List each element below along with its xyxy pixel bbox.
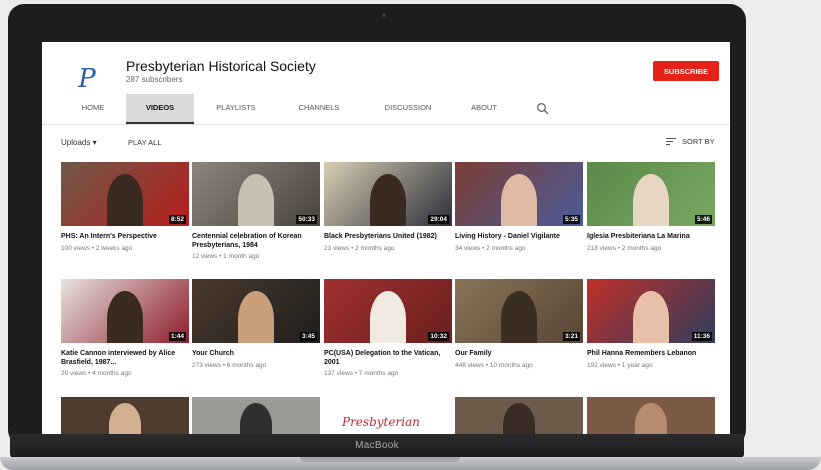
camera-dot xyxy=(382,13,386,17)
video-thumbnail[interactable]: 5:46 xyxy=(587,162,715,226)
laptop-bezel: P Presbyterian Historical Society 287 su… xyxy=(8,4,746,446)
channel-name[interactable]: Presbyterian Historical Society xyxy=(126,58,316,74)
tab-channels[interactable]: CHANNELS xyxy=(285,94,353,122)
video-meta: 12 views • 1 month ago xyxy=(192,253,260,260)
video-duration: 29:04 xyxy=(428,215,449,224)
video-title[interactable]: Katie Cannon interviewed by Alice Brasfi… xyxy=(61,350,189,367)
video-meta: 192 views • 1 year ago xyxy=(587,362,653,369)
uploads-dropdown[interactable]: Uploads ▾ xyxy=(61,138,97,147)
sort-by-button[interactable]: SORT BY xyxy=(666,137,715,146)
person-figure xyxy=(633,291,669,343)
channel-tabs: HOME VIDEOS PLAYLISTS CHANNELS DISCUSSIO… xyxy=(42,94,730,124)
video-title[interactable]: PC(USA) Delegation to the Vatican, 2001 xyxy=(324,350,452,367)
video-title[interactable]: Our Family xyxy=(455,350,583,359)
video-title[interactable]: Black Presbyterians United (1982) xyxy=(324,233,452,242)
person-figure xyxy=(238,291,274,343)
video-thumbnail[interactable]: 3:21 xyxy=(455,279,583,343)
laptop-chin: MacBook xyxy=(10,434,744,458)
laptop-notch xyxy=(300,457,460,462)
uploads-label: Uploads xyxy=(61,138,91,147)
device-brand: MacBook xyxy=(355,440,399,451)
video-title[interactable]: Centennial celebration of Korean Presbyt… xyxy=(192,233,320,250)
subscriber-count: 287 subscribers xyxy=(126,75,183,84)
logo-letter: P xyxy=(78,64,96,94)
video-thumbnail[interactable]: 3:45 xyxy=(192,279,320,343)
video-thumbnail[interactable] xyxy=(455,397,583,437)
video-duration: 11:36 xyxy=(691,332,712,341)
video-thumbnail[interactable]: 1:44 xyxy=(61,279,189,343)
video-title[interactable]: Phil Hanna Remembers Lebanon xyxy=(587,350,715,359)
video-meta: 100 views • 2 weeks ago xyxy=(61,245,133,252)
video-thumbnail[interactable]: 10:32 xyxy=(324,279,452,343)
person-figure xyxy=(107,174,143,226)
video-thumbnail[interactable] xyxy=(61,397,189,437)
person-figure xyxy=(370,174,406,226)
video-meta: 23 views • 2 months ago xyxy=(324,245,395,252)
video-thumbnail[interactable] xyxy=(192,397,320,437)
video-duration: 5:35 xyxy=(562,215,580,224)
thumbnail-logo-text: Presbyterian xyxy=(342,415,420,429)
person-figure xyxy=(238,174,274,226)
subscribe-button[interactable]: SUBSCRIBE xyxy=(653,61,719,81)
video-title[interactable]: Living History - Daniel Vigilante xyxy=(455,233,583,242)
video-meta: 218 views • 2 months ago xyxy=(587,245,662,252)
video-meta: 137 views • 7 months ago xyxy=(324,370,399,377)
person-figure xyxy=(635,403,667,437)
video-meta: 448 views • 10 months ago xyxy=(455,362,533,369)
video-meta: 20 views • 4 months ago xyxy=(61,370,132,377)
video-thumbnail[interactable]: 8:52 xyxy=(61,162,189,226)
header-divider xyxy=(42,124,730,125)
tab-home[interactable]: HOME xyxy=(64,94,122,122)
tab-about[interactable]: ABOUT xyxy=(456,94,512,122)
video-meta: 273 views • 6 months ago xyxy=(192,362,267,369)
tab-discussion[interactable]: DISCUSSION xyxy=(370,94,446,122)
caret-down-icon: ▾ xyxy=(92,138,97,147)
video-meta: 34 views • 2 months ago xyxy=(455,245,526,252)
person-figure xyxy=(240,403,272,437)
person-figure xyxy=(633,174,669,226)
video-duration: 5:46 xyxy=(694,215,712,224)
youtube-channel-page: P Presbyterian Historical Society 287 su… xyxy=(42,42,730,437)
video-title[interactable]: PHS: An Intern's Perspective xyxy=(61,233,189,242)
video-thumbnail[interactable] xyxy=(587,397,715,437)
video-duration: 50:33 xyxy=(296,215,317,224)
person-figure xyxy=(501,174,537,226)
video-title[interactable]: Iglesia Presbiteriana La Marina xyxy=(587,233,715,242)
video-duration: 1:44 xyxy=(168,332,186,341)
video-thumbnail[interactable]: Presbyterian xyxy=(324,397,452,437)
person-figure xyxy=(503,403,535,437)
person-figure xyxy=(370,291,406,343)
person-figure xyxy=(109,403,141,437)
person-figure xyxy=(107,291,143,343)
search-icon[interactable] xyxy=(536,102,550,116)
video-title[interactable]: Your Church xyxy=(192,350,320,359)
video-thumbnail[interactable]: 50:33 xyxy=(192,162,320,226)
sort-icon xyxy=(666,137,676,146)
play-all-button[interactable]: PLAY ALL xyxy=(128,138,162,147)
video-thumbnail[interactable]: 5:35 xyxy=(455,162,583,226)
tab-playlists[interactable]: PLAYLISTS xyxy=(202,94,270,122)
video-duration: 3:21 xyxy=(562,332,580,341)
sort-label: SORT BY xyxy=(682,137,715,146)
person-figure xyxy=(501,291,537,343)
video-duration: 8:52 xyxy=(168,215,186,224)
video-duration: 3:45 xyxy=(299,332,317,341)
tab-videos[interactable]: VIDEOS xyxy=(126,94,194,124)
video-thumbnail[interactable]: 29:04 xyxy=(324,162,452,226)
video-thumbnail[interactable]: 11:36 xyxy=(587,279,715,343)
video-duration: 10:32 xyxy=(428,332,449,341)
